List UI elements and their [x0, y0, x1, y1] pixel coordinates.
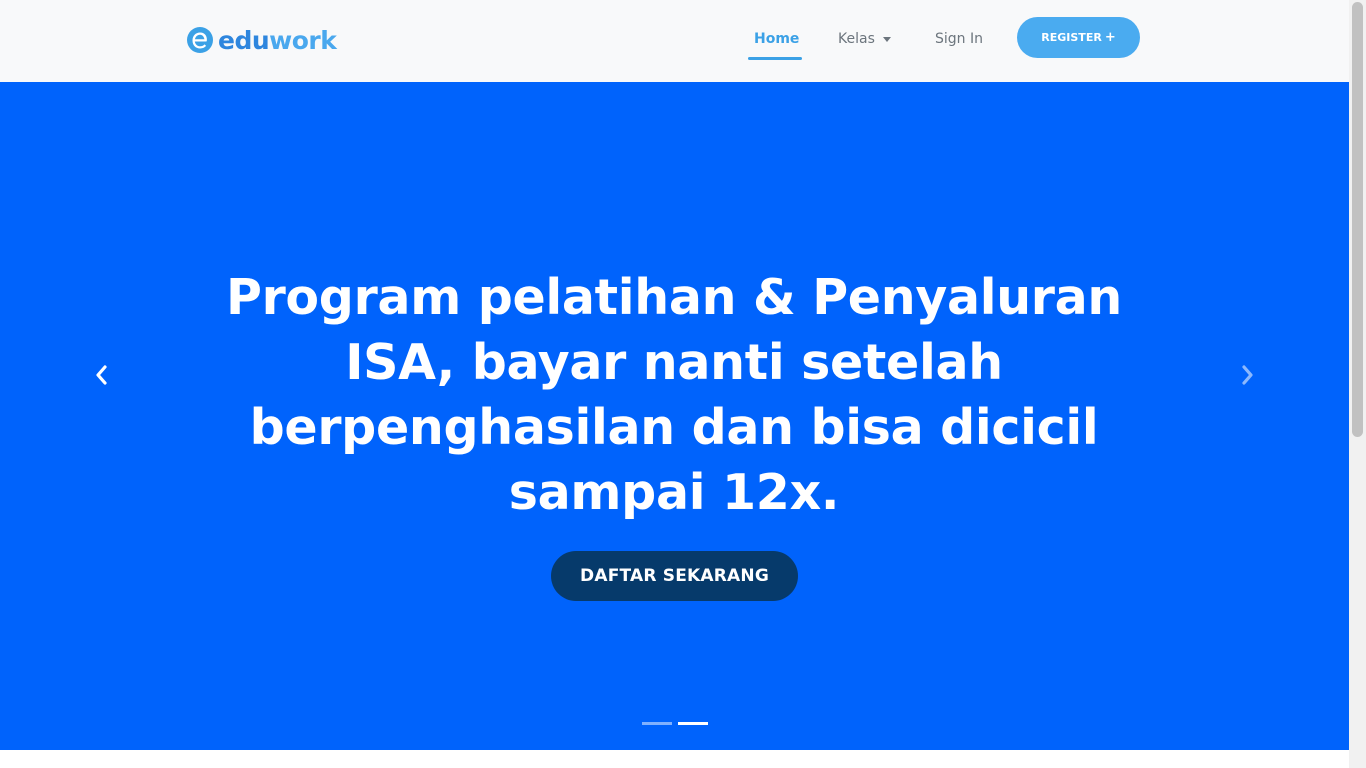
carousel-indicator-2[interactable] — [678, 722, 708, 725]
scrollbar-thumb[interactable] — [1352, 2, 1363, 437]
carousel-prev-button[interactable] — [81, 350, 121, 400]
nav-links: Home Kelas Sign In — [0, 0, 1349, 82]
nav-signin-link[interactable]: Sign In — [935, 30, 983, 48]
carousel-next-button[interactable] — [1228, 350, 1268, 400]
carousel-indicators — [642, 722, 708, 725]
chevron-right-icon — [1242, 365, 1253, 385]
navbar: eduwork Home Kelas Sign In REGISTER + — [0, 0, 1349, 82]
vertical-scrollbar[interactable] — [1349, 0, 1366, 768]
nav-active-indicator — [748, 57, 802, 60]
hero-carousel: Program pelatihan & Penyaluran ISA, baya… — [0, 82, 1349, 750]
daftar-sekarang-button[interactable]: DAFTAR SEKARANG — [551, 551, 798, 601]
nav-kelas-label: Kelas — [838, 31, 875, 47]
chevron-left-icon — [96, 365, 107, 385]
carousel-indicator-1[interactable] — [642, 722, 672, 725]
caret-down-icon — [882, 37, 891, 42]
nav-home-link[interactable]: Home — [754, 30, 799, 48]
page: eduwork Home Kelas Sign In REGISTER + Pr… — [0, 0, 1366, 768]
page-below-fold — [0, 750, 1349, 768]
register-button-label: REGISTER — [1041, 31, 1102, 44]
register-button[interactable]: REGISTER + — [1017, 17, 1140, 58]
hero-title: Program pelatihan & Penyaluran ISA, baya… — [225, 269, 1123, 521]
nav-kelas-dropdown[interactable]: Kelas — [838, 30, 891, 48]
plus-icon: + — [1104, 30, 1116, 45]
